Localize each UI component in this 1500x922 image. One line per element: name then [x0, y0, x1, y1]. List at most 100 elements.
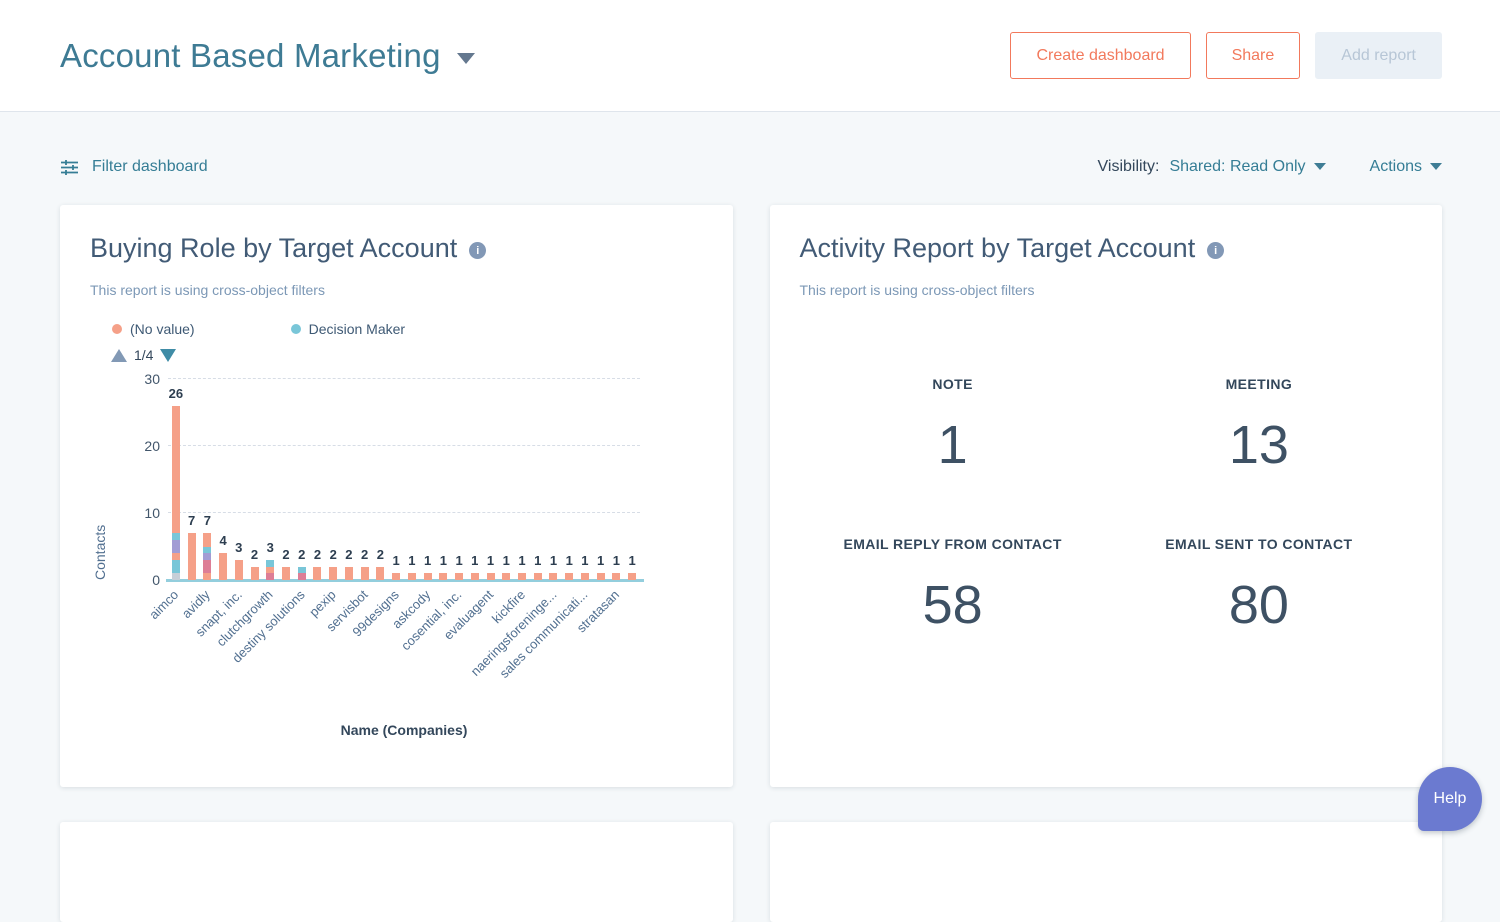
y-tick-label: 30 [124, 371, 160, 387]
bar[interactable] [408, 573, 416, 580]
bar[interactable] [612, 573, 620, 580]
chevron-down-icon [1430, 163, 1442, 170]
top-header: Account Based Marketing Create dashboard… [0, 0, 1500, 112]
bar-segment [502, 573, 510, 580]
bar[interactable] [424, 573, 432, 580]
help-button[interactable]: Help [1418, 767, 1482, 831]
bar-segment [172, 573, 180, 580]
filter-dashboard-label: Filter dashboard [92, 158, 208, 176]
metric-value: 58 [800, 574, 1106, 636]
bar[interactable] [282, 567, 290, 580]
bar-segment [203, 553, 211, 560]
dashboard-title-dropdown[interactable]: Account Based Marketing [60, 37, 475, 75]
report-card-partial [60, 822, 733, 922]
create-dashboard-button[interactable]: Create dashboard [1010, 32, 1190, 79]
metric-label: MEETING [1106, 376, 1412, 392]
chart-legend: (No value) Decision Maker [112, 321, 703, 337]
bar[interactable] [565, 573, 573, 580]
bar[interactable] [392, 573, 400, 580]
bar[interactable] [455, 573, 463, 580]
chart-plot: Contacts 0102030267743232222222111111111… [168, 379, 640, 580]
share-button[interactable]: Share [1206, 32, 1301, 79]
bar-segment [298, 567, 306, 574]
legend-dot [291, 324, 301, 334]
legend-label: Decision Maker [309, 321, 405, 337]
bar-segment [172, 553, 180, 560]
legend-page-down-icon[interactable] [160, 349, 176, 362]
bar[interactable] [487, 573, 495, 580]
bar-segment [455, 573, 463, 580]
bar[interactable] [518, 573, 526, 580]
bar[interactable] [534, 573, 542, 580]
metric-label: EMAIL SENT TO CONTACT [1106, 536, 1412, 552]
bar[interactable] [502, 573, 510, 580]
bar[interactable] [628, 573, 636, 580]
bar[interactable] [581, 573, 589, 580]
filter-dashboard-link[interactable]: Filter dashboard [60, 158, 208, 176]
cross-object-filter-note: This report is using cross-object filter… [90, 282, 703, 298]
info-icon[interactable] [469, 242, 486, 259]
bar-segment [565, 573, 573, 580]
legend-dot [112, 324, 122, 334]
y-tick-label: 0 [124, 572, 160, 588]
legend-pager: 1/4 [111, 347, 703, 363]
actions-dropdown[interactable]: Actions [1370, 158, 1442, 176]
legend-item-no-value[interactable]: (No value) [112, 321, 195, 337]
bar-segment [266, 567, 274, 574]
legend-page-up-icon[interactable] [111, 349, 127, 362]
bar-segment [203, 573, 211, 580]
chevron-down-icon [457, 53, 475, 64]
metric-value: 1 [800, 414, 1106, 476]
metric: NOTE1 [800, 376, 1106, 476]
page-title: Account Based Marketing [60, 37, 441, 75]
bar[interactable] [251, 567, 259, 580]
y-tick-label: 20 [124, 438, 160, 454]
bar-segment [282, 567, 290, 580]
visibility-label: Visibility: [1098, 158, 1160, 176]
report-card-activity: Activity Report by Target Account This r… [770, 205, 1443, 787]
bar[interactable] [597, 573, 605, 580]
bar-segment [518, 573, 526, 580]
bar-value-label: 26 [159, 386, 193, 401]
gridline [168, 378, 640, 379]
bar[interactable] [376, 567, 384, 580]
bar-segment [329, 567, 337, 580]
bar[interactable] [329, 567, 337, 580]
bar-segment [392, 573, 400, 580]
bar[interactable] [172, 406, 180, 580]
chevron-down-icon [1314, 163, 1326, 170]
metric-value: 13 [1106, 414, 1412, 476]
bar-segment [345, 567, 353, 580]
actions-label: Actions [1370, 158, 1422, 176]
info-icon[interactable] [1207, 242, 1224, 259]
bar[interactable] [549, 573, 557, 580]
bar-segment [628, 573, 636, 580]
bar-segment [313, 567, 321, 580]
bar[interactable] [439, 573, 447, 580]
bar-segment [581, 573, 589, 580]
bar[interactable] [313, 567, 321, 580]
bar-segment [172, 540, 180, 553]
visibility-dropdown[interactable]: Shared: Read Only [1169, 158, 1325, 176]
bar[interactable] [298, 567, 306, 580]
x-axis-labels: aimcoavidlysnapt, inc.clutchgrowthdestin… [168, 580, 640, 722]
y-tick-label: 10 [124, 505, 160, 521]
bar-segment [549, 573, 557, 580]
bar[interactable] [361, 567, 369, 580]
help-button-label: Help [1434, 790, 1467, 808]
bar-value-label: 1 [615, 553, 649, 568]
bar[interactable] [235, 560, 243, 580]
bar-segment [361, 567, 369, 580]
bar-segment [251, 567, 259, 580]
bar[interactable] [219, 553, 227, 580]
filter-sliders-icon [60, 159, 79, 176]
bar-segment [172, 560, 180, 573]
metric-label: EMAIL REPLY FROM CONTACT [800, 536, 1106, 552]
bar[interactable] [345, 567, 353, 580]
legend-item-decision-maker[interactable]: Decision Maker [291, 321, 405, 337]
bar[interactable] [188, 533, 196, 580]
bar[interactable] [471, 573, 479, 580]
x-tick-label: aimco [146, 587, 181, 622]
header-actions: Create dashboard Share Add report [995, 32, 1442, 79]
bar[interactable] [266, 560, 274, 580]
